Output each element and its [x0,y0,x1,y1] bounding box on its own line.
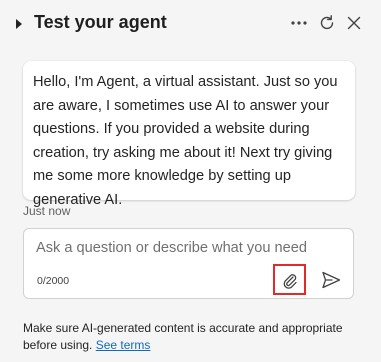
panel-title: Test your agent [34,12,167,32]
test-agent-panel: Test your agent Hello, I'm Agent, a virt… [0,0,381,362]
character-count: 0/2000 [37,275,70,287]
refresh-icon [320,15,334,30]
paperclip-icon [283,273,297,289]
attach-button[interactable] [273,264,306,295]
close-button[interactable] [343,12,365,34]
ai-disclaimer: Make sure AI-generated content is accura… [23,320,363,353]
send-button[interactable] [320,269,342,291]
message-input[interactable] [36,240,336,256]
caret-right-icon[interactable] [14,17,24,31]
send-icon [322,271,341,289]
close-icon [347,16,361,30]
disclaimer-text: Make sure AI-generated content is accura… [23,321,343,352]
message-composer: 0/2000 [23,228,354,299]
see-terms-link[interactable]: See terms [96,338,151,352]
more-horizontal-icon [291,21,307,25]
panel-header: Test your agent [0,0,381,48]
refresh-button[interactable] [316,12,338,34]
agent-message-bubble: Hello, I'm Agent, a virtual assistant. J… [23,61,355,208]
agent-message-text: Hello, I'm Agent, a virtual assistant. J… [33,74,338,208]
more-options-button[interactable] [288,12,310,34]
message-timestamp: Just now [23,204,71,218]
